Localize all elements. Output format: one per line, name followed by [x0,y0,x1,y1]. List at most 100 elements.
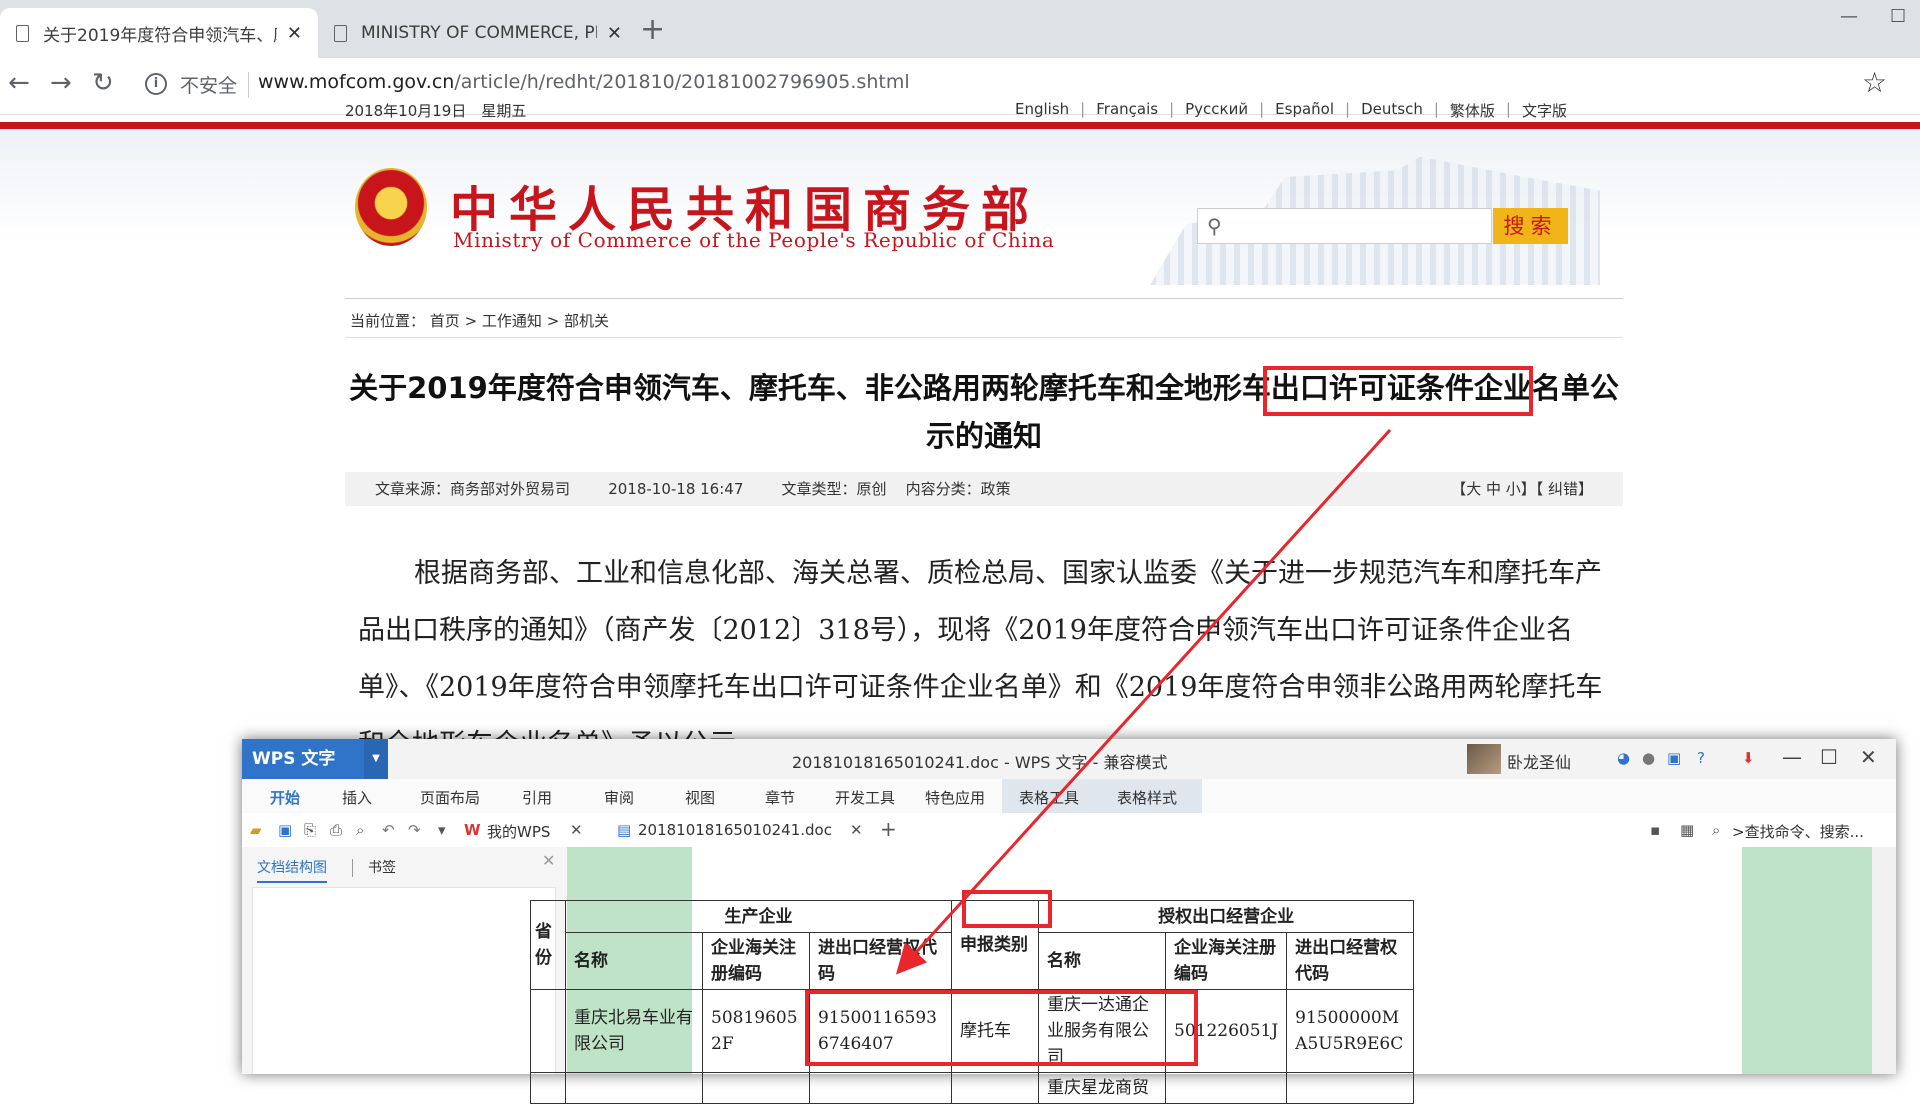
header-name: 名称 [565,932,703,990]
lang-spanish[interactable]: Español [1275,100,1334,121]
cell-province [530,989,566,1073]
table-row: 重庆星龙商贸 [530,1072,1415,1104]
help-icon[interactable]: ? [1697,749,1705,767]
command-search[interactable]: >查找命令、搜索... [1732,821,1864,842]
reload-icon[interactable]: ↻ [92,68,114,98]
export-icon[interactable]: ⎘ [304,821,316,839]
layout-icon[interactable]: ▦ [1680,821,1694,839]
breadcrumb-prefix: 当前位置： [350,312,426,330]
wps-username[interactable]: 卧龙圣仙 [1507,749,1571,773]
bookmark-star-icon[interactable]: ☆ [1862,66,1887,99]
menu-features[interactable]: 特色应用 [925,787,985,808]
cell-name: 重庆北易车业有限公司 [565,989,703,1073]
cell-customs-code: 508196052F [702,989,810,1073]
meta-type: 原创 [856,480,887,498]
highlight-box-row [805,990,1198,1066]
menu-chapter[interactable]: 章节 [765,787,795,808]
breadcrumb: 当前位置： 首页 > 工作通知 > 部机关 [350,312,610,330]
security-label[interactable]: 不安全 [180,71,237,98]
minimize-window-icon[interactable]: — [1840,6,1858,27]
header-auth-customs: 企业海关注册编码 [1164,932,1288,990]
breadcrumb-ministry[interactable]: 部机关 [564,312,609,330]
print-icon[interactable]: ⎙ [330,821,342,839]
save-icon[interactable]: ▣ [278,821,292,839]
menu-insert[interactable]: 插入 [342,787,372,808]
menu-table-style[interactable]: 表格样式 [1117,787,1177,808]
search-input[interactable] [1197,208,1492,244]
new-tab-button[interactable]: + [640,12,665,47]
navigation-pane: 文档结构图 书签 ✕ [242,847,568,1074]
chevron-down-icon[interactable]: ▾ [438,821,446,839]
tab-document-map[interactable]: 文档结构图 [257,857,327,883]
menu-start[interactable]: 开始 [270,787,300,808]
lang-german[interactable]: Deutsch [1361,100,1423,121]
font-size-links[interactable]: 【大 中 小】【 纠错】 [1451,472,1593,506]
share-icon[interactable]: ▣ [1667,749,1681,767]
download-icon[interactable]: ⬇ [1742,749,1755,767]
doc-icon: ▤ [617,821,632,839]
language-links: English | Français | Русский | Español | Deu… [1015,100,1567,121]
menu-dev-tools[interactable]: 开发工具 [835,787,895,808]
search-icon[interactable]: ⌕ [1712,821,1720,839]
close-icon[interactable]: ✕ [542,851,555,870]
settings-icon[interactable]: ● [1642,749,1655,767]
menu-review[interactable]: 审阅 [604,787,634,808]
minimize-window-icon[interactable]: — [1782,745,1802,769]
menu-view[interactable]: 视图 [685,787,715,808]
close-tab-icon[interactable]: ✕ [850,821,863,839]
header-province: 省份 [530,900,566,990]
tab-my-wps[interactable]: 我的WPS [487,821,550,842]
avatar[interactable] [1467,744,1501,774]
close-tab-icon[interactable]: ✕ [287,23,302,44]
info-icon[interactable]: i [145,73,167,95]
maximize-window-icon[interactable]: ☐ [1890,6,1906,27]
document-map-area [252,887,556,1074]
close-tab-icon[interactable]: ✕ [570,821,583,839]
minimize-ribbon-icon[interactable]: ▪ [1650,821,1660,839]
preview-icon[interactable]: ⌕ [356,821,364,839]
tab-bookmarks[interactable]: 书签 [368,857,396,877]
breadcrumb-work-notices[interactable]: 工作通知 [482,312,542,330]
meta-category: 政策 [980,480,1011,498]
chevron-down-icon[interactable]: ▼ [364,739,388,779]
scrollbar[interactable] [1872,847,1896,1074]
breadcrumb-home[interactable]: 首页 [430,312,460,330]
title-part1: 关于2019年度符合申领汽车、摩托车、非公路用两轮摩托车和全地形车 [349,371,1271,405]
header-red-rule [0,122,1920,129]
close-window-icon[interactable]: ✕ [1860,745,1877,769]
cell-auth-name-next: 重庆星龙商贸 [1038,1072,1166,1104]
address-bar[interactable]: www.mofcom.gov.cn/article/h/redht/201810… [258,71,910,93]
url-path: /article/h/redht/201810/20181002796905.s… [454,71,910,93]
lang-english[interactable]: English [1015,100,1069,121]
lang-traditional[interactable]: 繁体版 [1450,100,1495,121]
close-tab-icon[interactable]: ✕ [607,23,622,44]
site-name-english[interactable]: Ministry of Commerce of the People's Rep… [453,228,1054,252]
browser-tab-active[interactable]: 关于2019年度符合申领汽车、摩 ✕ [0,8,318,58]
lang-text-version[interactable]: 文字版 [1522,100,1567,121]
add-tab-icon[interactable]: + [880,817,897,841]
meta-source: 商务部对外贸易司 [450,480,571,498]
undo-icon[interactable]: ↶ [382,821,395,839]
forward-icon[interactable]: → [50,68,72,98]
url-host: www.mofcom.gov.cn [258,71,455,93]
back-icon[interactable]: ← [8,68,30,98]
redo-icon[interactable]: ↷ [408,821,421,839]
open-folder-icon[interactable]: ▰ [250,821,262,839]
skin-icon[interactable]: ◕ [1617,749,1630,767]
divider [352,859,353,877]
menu-table-tools[interactable]: 表格工具 [1019,787,1079,808]
meta-type-label: 文章类型： [781,480,857,498]
page-icon [16,24,29,42]
menu-page-layout[interactable]: 页面布局 [420,787,480,808]
search-button[interactable]: 搜索 [1493,208,1568,244]
header-license-code: 进出口经营权代码 [809,932,952,990]
lang-russian[interactable]: Русский [1185,100,1248,121]
tab-document[interactable]: 20181018165010241.doc [638,821,832,839]
wps-logo-icon: W [464,821,481,839]
url-separator [248,72,249,98]
page-icon [334,24,347,42]
lang-french[interactable]: Français [1096,100,1158,121]
maximize-window-icon[interactable]: ☐ [1820,745,1838,769]
menu-references[interactable]: 引用 [522,787,552,808]
browser-tab[interactable]: MINISTRY OF COMMERCE, PE ✕ [318,8,638,58]
